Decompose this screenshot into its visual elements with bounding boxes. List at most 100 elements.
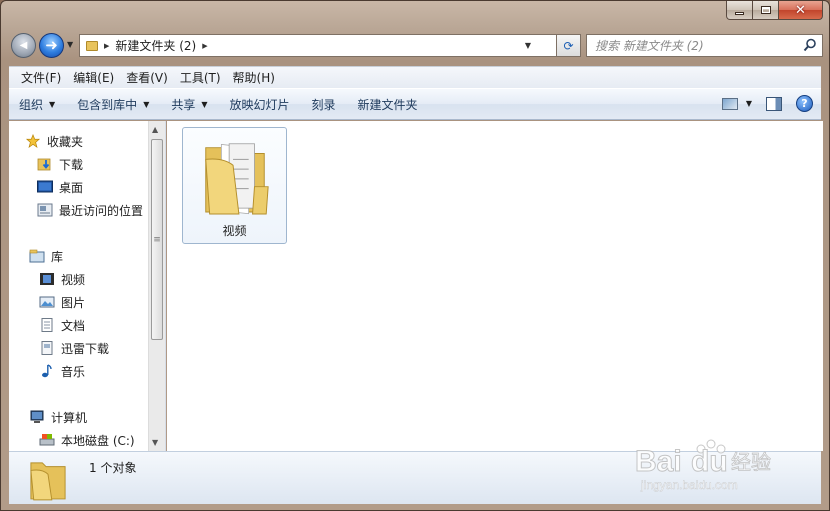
refresh-icon: ⟳	[563, 38, 574, 53]
include-in-library-label: 包含到库中	[77, 97, 138, 112]
sidebar-item-thunder-download[interactable]: 迅雷下载	[39, 338, 109, 358]
folder-icon	[86, 40, 98, 51]
file-list-pane: 视频	[167, 121, 823, 451]
search-input[interactable]: 搜索 新建文件夹 (2)	[595, 37, 704, 54]
scroll-up-icon[interactable]: ▲	[152, 125, 158, 134]
menu-tools[interactable]: 工具(T)	[174, 69, 227, 86]
organize-button[interactable]: 组织 ▼	[19, 96, 55, 113]
sidebar-item-pictures[interactable]: 图片	[39, 292, 85, 312]
help-icon[interactable]: ?	[796, 95, 813, 112]
computer-icon	[30, 410, 44, 423]
sidebar-item-label: 视频	[61, 272, 86, 287]
sidebar-item-label: 文档	[61, 318, 86, 333]
sidebar-item-downloads[interactable]: 下载	[37, 154, 83, 174]
sidebar-group-libraries[interactable]: 库	[29, 246, 63, 266]
sidebar-item-documents[interactable]: 文档	[39, 315, 85, 335]
baidu-jingyan-watermark-logo: Bai du 经验 jingyan.baidu.com	[635, 439, 771, 492]
include-in-library-button[interactable]: 包含到库中 ▼	[77, 96, 149, 113]
caption-buttons: ✕	[726, 1, 823, 21]
svg-text:Bai: Bai	[635, 445, 682, 478]
share-label: 共享	[171, 97, 196, 112]
refresh-button[interactable]: ⟳	[557, 34, 581, 57]
sidebar-item-local-disk-c[interactable]: 本地磁盘 (C:)	[39, 430, 135, 450]
minimize-button[interactable]	[726, 1, 753, 20]
menu-help[interactable]: 帮助(H)	[227, 69, 281, 86]
close-icon: ✕	[795, 2, 806, 18]
share-button[interactable]: 共享 ▼	[171, 96, 207, 113]
navigation-bar: ◀ ➜ ▼ ▶ 新建文件夹 (2) ▶ ▼ ⟳ 搜索 新建文件夹 (2)	[9, 31, 823, 61]
document-icon	[41, 318, 53, 332]
chevron-down-icon: ▼	[745, 99, 752, 108]
scroll-down-icon[interactable]: ▼	[152, 438, 158, 447]
scrollbar-thumb[interactable]: ≡	[151, 139, 163, 340]
sidebar-item-music[interactable]: 音乐	[39, 361, 85, 381]
sidebar-group-computer[interactable]: 计算机	[29, 407, 87, 427]
breadcrumb-chevron-icon[interactable]: ▶	[104, 42, 109, 50]
address-history-dropdown[interactable]: ▼	[525, 41, 531, 50]
star-icon	[25, 134, 41, 148]
library-icon	[29, 249, 45, 263]
sidebar-item-label: 桌面	[59, 180, 84, 195]
folder-icon	[30, 462, 66, 501]
svg-text:经验: 经验	[731, 450, 771, 474]
sidebar-item-videos[interactable]: 视频	[39, 269, 85, 289]
forward-button[interactable]: ➜	[39, 33, 64, 58]
organize-label: 组织	[19, 97, 44, 112]
local-disk-icon	[39, 434, 55, 446]
sidebar-item-desktop[interactable]: 桌面	[37, 177, 83, 197]
sidebar-group-favorites[interactable]: 收藏夹	[25, 131, 83, 151]
video-icon	[40, 273, 54, 285]
sidebar-item-label: 最近访问的位置	[59, 203, 144, 218]
breadcrumb-current-folder[interactable]: 新建文件夹 (2)	[115, 37, 196, 54]
slideshow-button[interactable]: 放映幻灯片	[230, 96, 290, 113]
search-icon[interactable]	[803, 38, 817, 52]
preview-pane-button[interactable]	[766, 96, 782, 111]
maximize-button[interactable]	[753, 1, 779, 20]
folder-icon	[205, 143, 269, 215]
view-controls: ▼ ?	[721, 95, 813, 112]
chevron-down-icon: ▼	[201, 99, 208, 109]
music-icon	[42, 364, 52, 378]
sidebar-group-label: 库	[51, 249, 64, 264]
svg-text:du: du	[691, 445, 728, 478]
sidebar-item-label: 迅雷下载	[61, 341, 110, 356]
view-icon	[721, 97, 738, 110]
sidebar-item-recent-places[interactable]: 最近访问的位置	[37, 200, 143, 220]
recent-pages-dropdown[interactable]: ▼	[67, 40, 73, 49]
recent-places-icon	[37, 203, 53, 217]
sidebar-item-label: 本地磁盘 (C:)	[61, 433, 135, 448]
folder-item-label: 视频	[222, 224, 247, 238]
svg-text:jingyan.baidu.com: jingyan.baidu.com	[640, 478, 738, 492]
minimize-icon	[735, 11, 744, 15]
explorer-window: ✕ ◀ ➜ ▼ ▶ 新建文件夹 (2) ▶ ▼ ⟳ 搜索 新建文件夹 (2) 文…	[0, 0, 830, 511]
menu-file[interactable]: 文件(F)	[15, 69, 67, 86]
desktop-icon	[37, 180, 53, 193]
sidebar-item-label: 音乐	[61, 364, 86, 379]
menu-edit[interactable]: 编辑(E)	[67, 69, 120, 86]
sidebar-item-label: 下载	[59, 157, 84, 172]
change-view-button[interactable]: ▼	[721, 97, 752, 110]
back-arrow-icon: ◀	[19, 39, 28, 51]
close-button[interactable]: ✕	[779, 1, 823, 20]
maximize-icon	[760, 6, 771, 14]
sidebar-group-label: 计算机	[51, 410, 88, 425]
address-bar[interactable]: ▶ 新建文件夹 (2) ▶ ▼	[79, 34, 557, 57]
navigation-pane-scrollbar[interactable]: ▲ ≡ ▼	[148, 121, 165, 451]
menu-view[interactable]: 查看(V)	[120, 69, 174, 86]
search-box[interactable]: 搜索 新建文件夹 (2)	[586, 34, 823, 57]
picture-icon	[39, 296, 55, 308]
chevron-down-icon: ▼	[143, 99, 150, 109]
command-bar: 组织 ▼ 包含到库中 ▼ 共享 ▼ 放映幻灯片 刻录 新建文件夹 ▼ ?	[9, 88, 821, 120]
navigation-pane: 收藏夹 下载 桌面 最近访问的位置 库 视频 图片 文档 迅雷下载 音乐 计算机…	[9, 121, 166, 451]
item-count-text: 1 个对象	[89, 461, 137, 475]
breadcrumb-chevron-icon[interactable]: ▶	[202, 42, 207, 50]
downloads-folder-icon	[37, 158, 51, 171]
chevron-down-icon: ▼	[49, 99, 56, 109]
back-button[interactable]: ◀	[11, 33, 36, 58]
forward-arrow-icon: ➜	[45, 36, 58, 54]
menu-bar: 文件(F) 编辑(E) 查看(V) 工具(T) 帮助(H)	[9, 66, 821, 88]
burn-button[interactable]: 刻录	[312, 96, 336, 113]
sidebar-group-label: 收藏夹	[47, 134, 84, 149]
new-folder-button[interactable]: 新建文件夹	[358, 96, 418, 113]
folder-item[interactable]: 视频	[182, 127, 287, 244]
